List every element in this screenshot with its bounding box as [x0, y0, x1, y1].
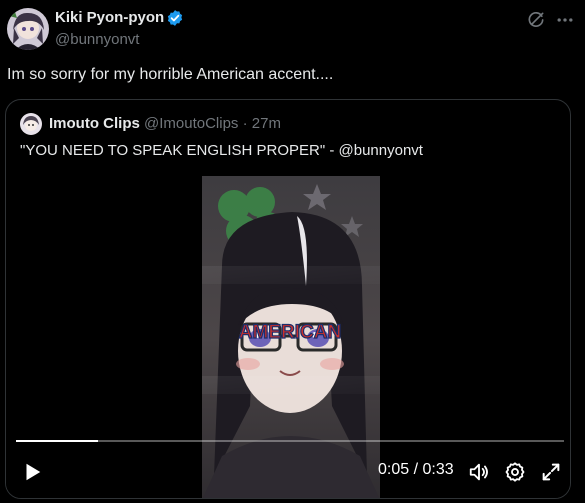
video-progress-bar[interactable]	[16, 440, 564, 442]
video-player[interactable]: AMERICAN 0:05 / 0:33	[6, 176, 570, 498]
post-text: Im so sorry for my horrible American acc…	[7, 66, 334, 83]
grok-icon[interactable]	[526, 10, 546, 30]
fullscreen-icon[interactable]	[540, 461, 562, 483]
quoted-post[interactable]: Imouto Clips @ImoutoClips · 27m "YOU NEE…	[5, 99, 571, 499]
author-name[interactable]: Kiki Pyon-pyon	[55, 9, 164, 26]
volume-icon[interactable]	[468, 461, 490, 483]
author-avatar[interactable]	[7, 8, 49, 50]
more-icon[interactable]	[555, 10, 575, 30]
settings-icon[interactable]	[504, 461, 526, 483]
quote-author-name[interactable]: Imouto Clips	[49, 115, 140, 132]
author-handle[interactable]: @bunnyonvt	[55, 31, 139, 48]
play-icon[interactable]	[21, 461, 43, 483]
quote-author-avatar[interactable]	[20, 113, 42, 135]
video-progress-fill	[16, 440, 99, 442]
video-time: 0:05 / 0:33	[378, 461, 454, 478]
verified-badge-icon	[166, 9, 184, 27]
quote-timestamp[interactable]: 27m	[252, 115, 281, 132]
video-overlay-text: AMERICAN	[239, 322, 341, 343]
quote-separator: ·	[238, 115, 252, 132]
video-frame: AMERICAN	[202, 176, 380, 498]
quote-author-handle[interactable]: @ImoutoClips	[144, 115, 238, 132]
quote-text: "YOU NEED TO SPEAK ENGLISH PROPER" - @bu…	[20, 142, 423, 159]
